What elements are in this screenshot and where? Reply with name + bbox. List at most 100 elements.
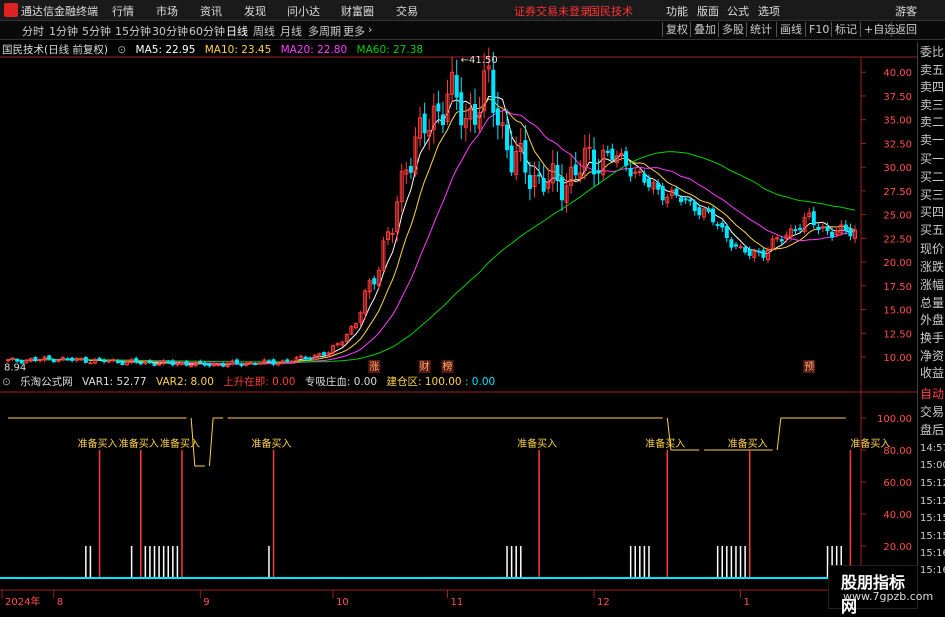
sidebar-label[interactable]: 总量	[920, 296, 945, 311]
sidebar-label[interactable]: 涨跌	[920, 260, 945, 275]
candle-body	[514, 150, 519, 175]
sidebar-label[interactable]: 卖四	[920, 80, 945, 95]
menu-fortune[interactable]: 财富圈	[341, 3, 374, 19]
candle-body	[477, 112, 482, 129]
app-logo-icon	[4, 3, 18, 17]
indicator-settings-icon[interactable]: ⊙	[2, 376, 11, 388]
more-chevron-icon[interactable]: ›	[368, 23, 372, 36]
menu-function[interactable]: 功能	[666, 3, 688, 19]
candle-body	[299, 355, 304, 358]
indicator-step	[776, 417, 782, 451]
candle-body	[550, 163, 555, 184]
settings-dropdown-icon[interactable]: ⊙	[117, 44, 126, 56]
sidebar-label[interactable]: 外盘	[920, 313, 945, 328]
stock-title[interactable]: 国民技术(日线 前复权)	[2, 44, 108, 56]
menu-market[interactable]: 市场	[156, 3, 178, 19]
sidebar-time: 14:57	[920, 443, 945, 454]
candle-body	[271, 359, 276, 365]
sidebar-label[interactable]: 买五	[920, 223, 945, 238]
f10-button[interactable]: F10	[805, 22, 829, 37]
menu-layout[interactable]: 版面	[697, 3, 719, 19]
period-toolbar: 分时 1分钟 5分钟 15分钟 30分钟 60分钟 日线 周线 月线 多周期 更…	[0, 21, 945, 40]
period-60min[interactable]: 60分钟	[189, 23, 225, 39]
sidebar-label[interactable]: 买三	[920, 188, 945, 203]
price-tick-label: 12.50	[883, 329, 912, 340]
candle-body	[60, 357, 65, 361]
mark-button[interactable]: 标记	[831, 22, 857, 37]
menu-discover[interactable]: 发现	[244, 3, 266, 19]
sidebar-auto[interactable]: 自动	[920, 387, 945, 402]
var2-label: VAR2: 8.00	[155, 376, 214, 388]
candle-body	[125, 361, 130, 366]
sidebar-label[interactable]: 涨幅	[920, 278, 945, 293]
menu-news[interactable]: 资讯	[200, 3, 222, 19]
period-monthly[interactable]: 月线	[280, 23, 302, 39]
overlay-button[interactable]: 叠加	[690, 22, 716, 37]
candle-body	[692, 201, 697, 212]
period-more[interactable]: 更多	[343, 23, 365, 39]
sidebar-label[interactable]: 收益	[920, 366, 945, 381]
sidebar-label[interactable]: 净资	[920, 349, 945, 364]
price-tick-label: 35.00	[883, 116, 912, 127]
candle-body	[253, 363, 258, 366]
period-weekly[interactable]: 周线	[253, 23, 275, 39]
period-1min[interactable]: 1分钟	[49, 23, 78, 39]
sidebar-trade[interactable]: 交易	[920, 405, 945, 420]
candle-body	[413, 136, 418, 175]
buy-signal-label: 准备买入	[252, 437, 292, 450]
sidebar-label[interactable]: 现价	[920, 242, 945, 257]
candle-body	[33, 357, 38, 361]
guest-label[interactable]: 游客	[895, 3, 917, 19]
multi-stock-button[interactable]: 多股	[718, 22, 744, 37]
adjust-button[interactable]: 复权	[662, 22, 688, 37]
candle-body	[189, 365, 194, 368]
period-15min[interactable]: 15分钟	[115, 23, 151, 39]
candle-body	[646, 178, 651, 188]
menu-xiaoda[interactable]: 问小达	[287, 3, 320, 19]
candle-body	[157, 363, 162, 366]
min-price-label: 8.94	[4, 363, 26, 374]
sidebar-label[interactable]: 卖一	[920, 133, 945, 148]
stats-button[interactable]: 统计	[746, 22, 772, 37]
sidebar-label[interactable]: 委比	[920, 45, 945, 60]
period-intraday[interactable]: 分时	[22, 23, 44, 39]
menu-quotes[interactable]: 行情	[112, 3, 134, 19]
sidebar-label[interactable]: 买四	[920, 205, 945, 220]
candle-body	[491, 69, 496, 113]
add-watchlist-button[interactable]: +自选	[860, 22, 895, 37]
candle-body	[344, 333, 349, 342]
sidebar-label[interactable]: 卖二	[920, 115, 945, 130]
menu-bar: 通达信金融终端 行情 市场 资讯 发现 问小达 财富圈 交易 证券交易未登录 国…	[0, 0, 945, 21]
indicator-tick-label: 80.00	[883, 446, 912, 457]
price-tick-label: 25.00	[883, 211, 912, 222]
candle-body	[715, 223, 720, 226]
menu-options[interactable]: 选项	[758, 3, 780, 19]
sidebar-label[interactable]: 换手	[920, 331, 945, 346]
sidebar-label[interactable]: 卖五	[920, 63, 945, 78]
candle-body	[559, 176, 564, 201]
candle-body	[216, 364, 221, 367]
indicator-legend: ⊙ 乐淘公式网 VAR1: 52.77 VAR2: 8.00 上升在即: 0.0…	[2, 374, 495, 388]
menu-trade[interactable]: 交易	[396, 3, 418, 19]
candle-body	[257, 362, 262, 365]
back-button[interactable]: 返回	[891, 22, 917, 37]
buy-signal-label: 准备买入	[160, 437, 200, 450]
period-daily[interactable]: 日线	[226, 23, 248, 39]
candle-body	[440, 114, 445, 126]
candle-body	[376, 269, 381, 287]
sidebar-after-hours[interactable]: 盘后	[920, 423, 945, 438]
indicator-name[interactable]: 乐淘公式网	[20, 376, 73, 388]
menu-formula[interactable]: 公式	[727, 3, 749, 19]
sidebar-label[interactable]: 卖三	[920, 98, 945, 113]
period-multi[interactable]: 多周期	[308, 23, 341, 39]
period-30min[interactable]: 30分钟	[152, 23, 188, 39]
date-tick-label: 1	[744, 597, 750, 608]
candle-body	[138, 362, 143, 365]
sidebar-label[interactable]: 买一	[920, 152, 945, 167]
login-status[interactable]: 证券交易未登录	[514, 3, 591, 19]
sidebar-label[interactable]: 买二	[920, 170, 945, 185]
candle-body	[56, 359, 61, 363]
draw-line-button[interactable]: 画线	[776, 22, 802, 37]
period-5min[interactable]: 5分钟	[82, 23, 111, 39]
sidebar-time: 15:12	[920, 478, 945, 489]
